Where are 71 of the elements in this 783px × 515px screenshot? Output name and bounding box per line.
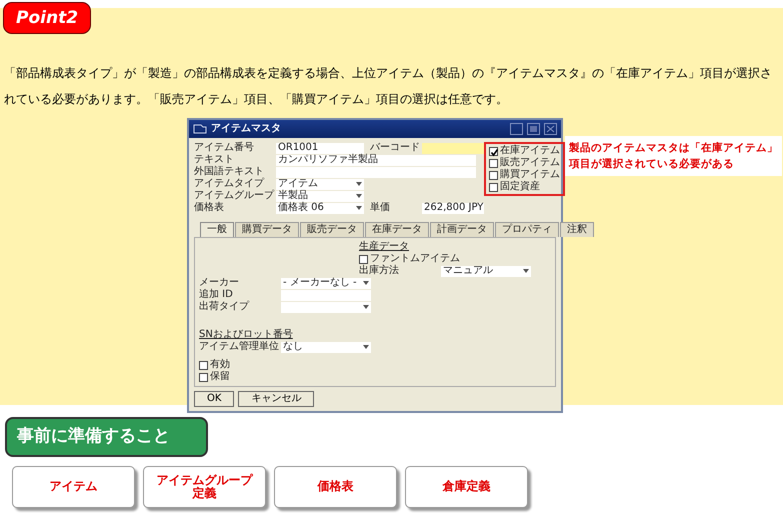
dropdown-field[interactable]: 価格表 06 (276, 202, 364, 214)
field-label: バーコード (370, 142, 421, 154)
checkbox[interactable] (359, 254, 368, 264)
cancel-button[interactable]: キャンセル (238, 391, 314, 407)
tab[interactable]: 在庫データ (365, 222, 429, 237)
dropdown-icon (356, 182, 362, 186)
checkbox[interactable] (489, 158, 498, 168)
link-button[interactable]: アイテム (12, 466, 135, 508)
checkbox-label: 在庫アイテム (500, 145, 560, 156)
dropdown-field[interactable] (281, 302, 371, 312)
dropdown-icon (356, 194, 362, 198)
input-field[interactable] (276, 166, 476, 178)
tab[interactable]: 計画データ (430, 222, 494, 237)
maximize-button[interactable] (527, 123, 540, 135)
field-label: 出荷タイプ (199, 301, 250, 313)
input-field[interactable]: カンパリソファ半製品 (276, 154, 476, 166)
dropdown-field[interactable]: マニュアル (441, 266, 531, 276)
dropdown-icon (523, 269, 529, 273)
close-button[interactable] (544, 123, 557, 135)
link-button[interactable]: 価格表 (274, 466, 397, 508)
tab[interactable]: 注釈 (560, 222, 594, 237)
dropdown-icon (356, 206, 362, 210)
field-label: 出庫方法 (359, 265, 400, 277)
field-label: 外国語テキスト (194, 166, 265, 178)
checkbox-label: 保留 (210, 371, 230, 383)
section-header: 事前に準備すること (5, 417, 208, 456)
window-icon (193, 124, 207, 134)
window-title: アイテムマスタ (211, 123, 281, 135)
checkbox[interactable] (489, 170, 498, 180)
checkbox-label: 有効 (210, 359, 230, 371)
section-heading: SNおよびロット番号 (199, 329, 294, 341)
tab[interactable]: 販売データ (300, 222, 364, 237)
callout-text: 製品のアイテムマスタは「在庫アイテム」 項目が選択されている必要がある (565, 136, 782, 176)
dropdown-field[interactable]: - メーカーなし - (281, 278, 371, 288)
checkbox[interactable] (489, 146, 498, 156)
link-button[interactable]: アイテムグループ 定義 (143, 466, 266, 508)
dropdown-field[interactable]: なし (281, 342, 371, 352)
checkbox[interactable] (199, 360, 208, 370)
field-label: 追加 ID (199, 289, 234, 300)
input-field[interactable] (281, 290, 371, 300)
tab[interactable]: プロパティ (495, 222, 559, 237)
input-field[interactable]: OR1001 (276, 142, 364, 154)
field-label: アイテムグループ (194, 190, 276, 202)
tab[interactable]: 一般 (200, 222, 234, 237)
dropdown-field[interactable]: アイテム (276, 178, 364, 190)
field-label: 単価 (370, 202, 391, 214)
description-text: 「部品構成表タイプ」が「製造」の部品構成表を定義する場合、上位アイテム（製品）の『アイテムマスタ』の「在庫アイテム」項目が選択されている必要があります。「販売アイテム」項目、「購買アイテム」項目の選択は任意です。 (4, 66, 772, 106)
dropdown-icon (363, 281, 369, 285)
checkbox-label: 固定資産 (500, 181, 540, 193)
input-field[interactable]: 262,800 JPY (422, 202, 484, 214)
field-label: メーカー (199, 277, 240, 288)
checkbox-label: 購買アイテム (500, 169, 560, 180)
minimize-button[interactable] (510, 123, 523, 135)
dropdown-icon (363, 345, 369, 349)
checkbox[interactable] (489, 182, 498, 192)
point-badge: Point2 (3, 2, 92, 34)
field-label: 価格表 (194, 202, 225, 214)
field-label: アイテム番号 (194, 142, 255, 154)
field-label: テキスト (194, 154, 235, 166)
dropdown-icon (363, 305, 369, 309)
section-heading: 生産データ (359, 241, 410, 253)
input-field[interactable] (422, 142, 484, 154)
ok-button[interactable]: OK (194, 391, 234, 407)
field-label: アイテムタイプ (194, 178, 264, 190)
dropdown-field[interactable]: 半製品 (276, 190, 364, 202)
field-label: アイテム管理単位 (199, 341, 280, 353)
link-button[interactable]: 倉庫定義 (405, 466, 528, 508)
checkbox-label: 販売アイテム (500, 157, 560, 168)
tab[interactable]: 購買データ (235, 222, 299, 237)
checkbox-label: ファントムアイテム (370, 253, 460, 264)
checkbox[interactable] (199, 372, 208, 382)
